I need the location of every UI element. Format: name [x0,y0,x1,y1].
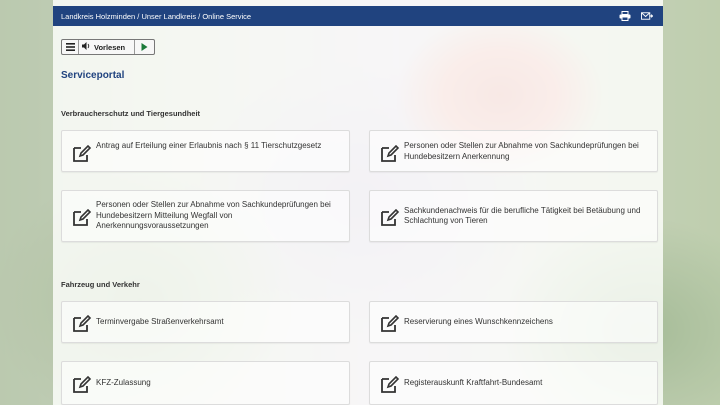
edit-icon [381,209,400,226]
service-label: Sachkundenachweis für die berufliche Tät… [404,205,641,226]
read-aloud-toolbar: Vorlesen [61,39,156,55]
service-card[interactable]: Reservierung eines Wunschkennzeichens [369,301,658,343]
service-card[interactable]: Sachkundenachweis für die berufliche Tät… [369,190,658,242]
service-card[interactable]: Registerauskunft Kraftfahrt-Bundesamt [369,361,658,405]
page-title: Serviceportal [61,70,125,81]
edit-icon [73,376,92,393]
service-label: Antrag auf Erteilung einer Erlaubnis nac… [96,141,322,150]
service-label: Personen oder Stellen zur Abnahme von Sa… [404,141,639,161]
service-label: KFZ-Zulassung [96,377,151,387]
service-label: Personen oder Stellen zur Abnahme von Sa… [96,200,331,231]
service-card[interactable]: Terminvergabe Straßenverkehrsamt [61,301,350,343]
service-label: Registerauskunft Kraftfahrt-Bundesamt [404,377,543,387]
speaker-icon [82,42,91,52]
mail-icon[interactable] [641,11,653,21]
read-aloud-label: Vorlesen [94,42,126,52]
service-label: Reservierung eines Wunschkennzeichens [404,316,553,326]
section-title: Fahrzeug und Verkehr [61,280,140,289]
section-title: Verbraucherschutz und Tiergesundheit [61,109,201,118]
menu-icon[interactable] [62,40,79,54]
background-left-margin [0,0,53,405]
service-card[interactable]: KFZ-Zulassung [61,361,350,405]
header-bar: Landkreis Holzminden / Unser Landkreis /… [53,6,663,26]
edit-icon [381,376,400,393]
service-card[interactable]: Personen oder Stellen zur Abnahme von Sa… [369,130,658,172]
page-content: Landkreis Holzminden / Unser Landkreis /… [53,0,663,405]
service-card[interactable]: Antrag auf Erteilung einer Erlaubnis nac… [61,130,350,172]
edit-icon [73,209,92,226]
edit-icon [381,145,400,162]
breadcrumb[interactable]: Landkreis Holzminden / Unser Landkreis /… [61,12,619,21]
read-aloud-button[interactable]: Vorlesen [79,40,136,54]
service-label: Terminvergabe Straßenverkehrsamt [96,316,224,326]
edit-icon [73,315,92,332]
print-icon[interactable] [619,11,631,21]
play-icon[interactable] [135,40,154,54]
edit-icon [73,145,92,162]
edit-icon [381,315,400,332]
service-card[interactable]: Personen oder Stellen zur Abnahme von Sa… [61,190,350,242]
background-right-margin [663,0,720,405]
